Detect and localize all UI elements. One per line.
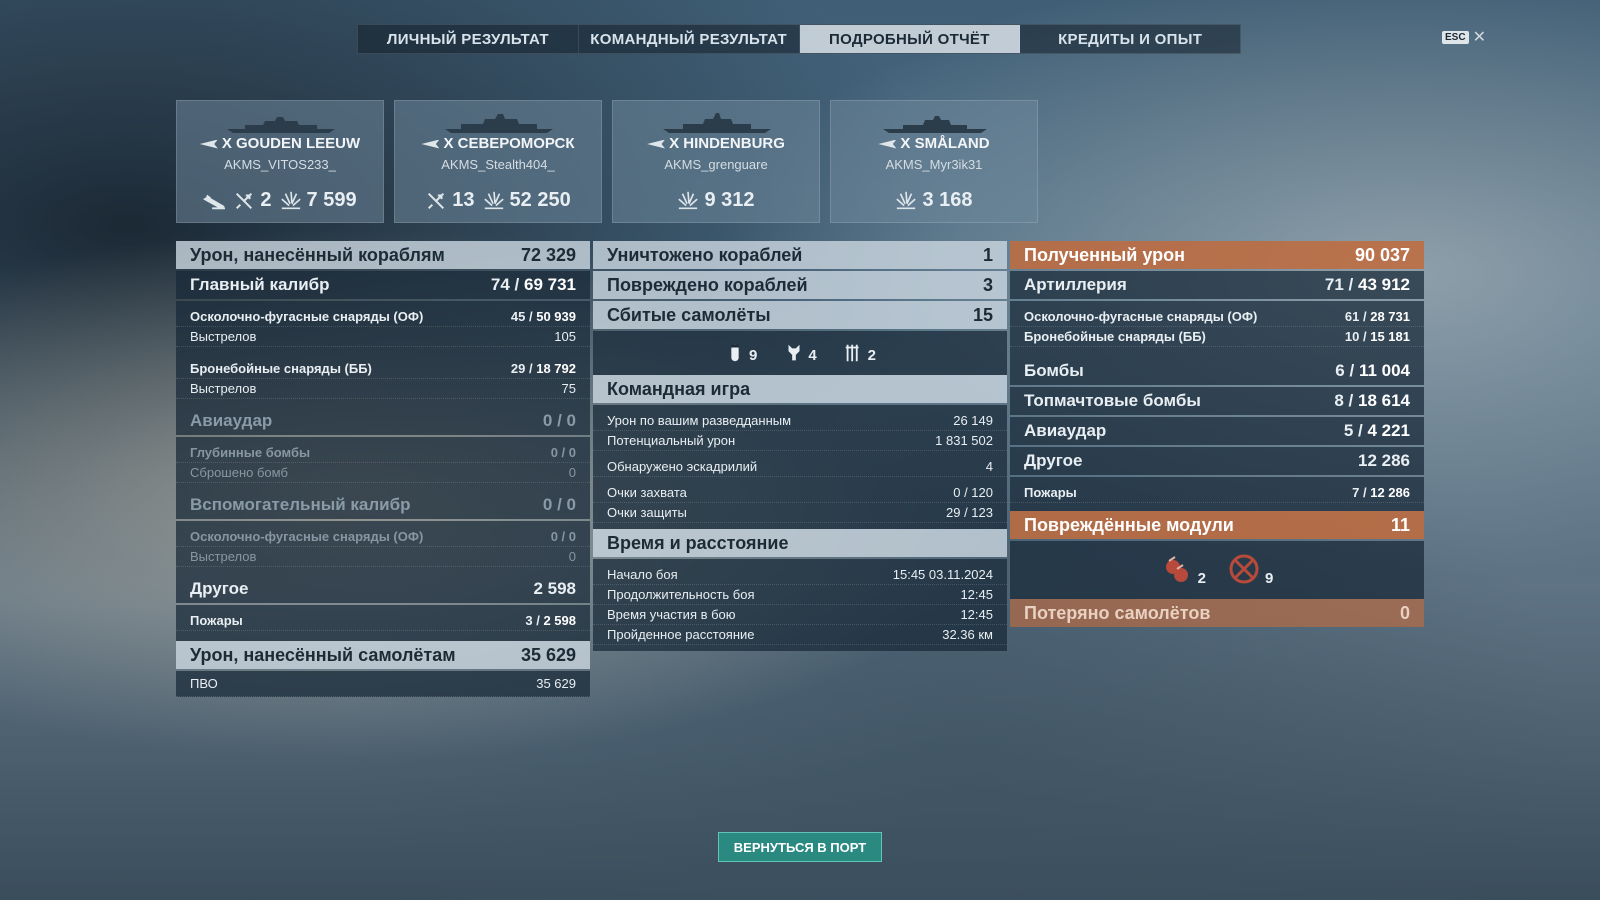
close-button[interactable]: ESC ✕ xyxy=(1442,27,1486,47)
squadrons-spotted-row: Обнаружено эскадрилий 4 xyxy=(593,457,1007,477)
damage-value: 7 599 xyxy=(306,189,357,211)
tab-team[interactable]: Командный результат xyxy=(579,25,800,53)
planes-count: 2 xyxy=(260,189,272,211)
ap-shells-row: Бронебойные снаряды (ББ) 29 / 18 792 xyxy=(176,359,590,379)
plane-shot-icon xyxy=(236,192,253,209)
ship-silhouette-icon xyxy=(883,116,987,133)
planes-count: 13 xyxy=(452,189,475,211)
ship-name: X SMÅLAND xyxy=(831,135,1037,152)
bombs-row: Бомбы 6 / 11 004 xyxy=(1010,357,1424,385)
ship-silhouette-icon xyxy=(663,113,771,133)
damaged-modules-header: Повреждённые модули 11 xyxy=(1010,511,1424,539)
fires-row: Пожары 3 / 2 598 xyxy=(176,611,590,631)
ships-destroyed-row: Уничтожено кораблей 1 xyxy=(593,241,1007,269)
close-icon: ✕ xyxy=(1472,29,1486,46)
return-to-port-button[interactable]: Вернуться в порт xyxy=(718,832,882,862)
depth-charges-row: Глубинные бомбы 0 / 0 xyxy=(176,443,590,463)
ship-stats: 2 7 599 xyxy=(177,189,383,212)
airstrike-row: Авиаудар 0 / 0 xyxy=(176,407,590,435)
fighter-icon xyxy=(788,344,800,361)
bombs-dropped-row: Сброшено бомб 0 xyxy=(176,463,590,483)
planes-shot-row: Сбитые самолёты 15 xyxy=(593,301,1007,329)
secondary-shots-row: Выстрелов 0 xyxy=(176,547,590,567)
ship-stats: 13 52 250 xyxy=(395,189,601,212)
nation-flag-icon xyxy=(421,139,440,149)
tab-personal[interactable]: Личный результат xyxy=(358,25,579,53)
ship-silhouette-icon xyxy=(227,117,335,133)
nation-flag-icon xyxy=(199,139,218,149)
ship-card[interactable]: X SMÅLAND AKMS_Myr3ik31 3 168 xyxy=(830,100,1038,223)
damage-splash-icon xyxy=(678,191,699,209)
spotting-damage-row: Урон по вашим разведданным 26 149 xyxy=(593,411,1007,431)
damage-value: 52 250 xyxy=(509,189,571,211)
main-battery-row: Главный калибр 74 / 69 731 xyxy=(176,271,590,299)
lost-planes-row: Потеряно самолётов 0 xyxy=(1010,599,1424,627)
damage-splash-icon xyxy=(896,191,917,209)
he-shells-row: Осколочно-фугасные снаряды (ОФ) 45 / 50 9… xyxy=(176,307,590,327)
damage-received-panel: Полученный урон 90 037 Артиллерия 71 / 43 … xyxy=(1010,241,1424,629)
received-ap-row: Бронебойные снаряды (ББ) 10 / 15 181 xyxy=(1010,327,1424,347)
battle-duration-row: Продолжительность боя 12:45 xyxy=(593,585,1007,605)
plane-shot-icon xyxy=(428,192,445,209)
battle-stats-panel: Уничтожено кораблей 1 Повреждено кораблей… xyxy=(593,241,1007,651)
ship-name: X HINDENBURG xyxy=(613,135,819,152)
teamplay-header: Командная игра xyxy=(593,375,1007,403)
damage-value: 3 168 xyxy=(922,189,973,211)
damage-dealt-panel: Урон, нанесённый кораблям 72 329 Главный … xyxy=(176,241,590,697)
ship-card[interactable]: X HINDENBURG AKMS_grenguare 9 312 xyxy=(612,100,820,223)
result-tabs: Личный результат Командный результат Под… xyxy=(357,24,1241,54)
distance-row: Пройденное расстояние 32.36 км xyxy=(593,625,1007,645)
nation-flag-icon xyxy=(878,139,897,149)
battle-start-row: Начало боя 15:45 03.11.2024 xyxy=(593,565,1007,585)
bomber-icon xyxy=(731,344,739,362)
damage-splash-icon xyxy=(483,191,504,209)
damage-value: 9 312 xyxy=(704,189,755,211)
ships-damaged-row: Повреждено кораблей 3 xyxy=(593,271,1007,299)
participation-time-row: Время участия в бою 12:45 xyxy=(593,605,1007,625)
player-name: AKMS_grenguare xyxy=(664,157,768,172)
ship-card[interactable]: X GOUDEN LEEUW AKMS_VITOS233_ 2 7 599 xyxy=(176,100,384,223)
plane-damage-header: Урон, нанесённый самолётам 35 629 xyxy=(176,641,590,669)
ship-damage-header: Урон, нанесённый кораблям 72 329 xyxy=(176,241,590,269)
artillery-row: Артиллерия 71 / 43 912 xyxy=(1010,271,1424,299)
modules-by-type: 2 9 xyxy=(1010,541,1424,599)
received-fires-row: Пожары 7 / 12 286 xyxy=(1010,483,1424,503)
time-distance-header: Время и расстояние xyxy=(593,529,1007,557)
damage-splash-icon xyxy=(280,191,301,209)
skip-bombs-row: Топмачтовые бомбы 8 / 18 614 xyxy=(1010,387,1424,415)
he-shots-row: Выстрелов 105 xyxy=(176,327,590,347)
defense-points-row: Очки защиты 29 / 123 xyxy=(593,503,1007,523)
aa-module-icon xyxy=(1229,554,1259,584)
tab-detailed-report[interactable]: Подробный отчёт xyxy=(799,25,1021,53)
received-airstrike-row: Авиаудар 5 / 4 221 xyxy=(1010,417,1424,445)
player-name: AKMS_VITOS233_ xyxy=(224,157,336,172)
ship-card[interactable]: X СЕВЕРОМОРСК AKMS_Stealth404_ 13 52 250 xyxy=(394,100,602,223)
ap-shots-row: Выстрелов 75 xyxy=(176,379,590,399)
nation-flag-icon xyxy=(647,139,666,149)
guns-module-icon xyxy=(1165,556,1188,582)
ship-silhouette-icon xyxy=(445,114,553,133)
aa-row: ПВО 35 629 xyxy=(176,671,590,697)
capture-points-row: Очки захвата 0 / 120 xyxy=(593,483,1007,503)
other-damage-row: Другое 2 598 xyxy=(176,575,590,603)
potential-damage-row: Потенциальный урон 1 831 502 xyxy=(593,431,1007,451)
ship-stats: 9 312 xyxy=(613,189,819,212)
received-other-row: Другое 12 286 xyxy=(1010,447,1424,475)
received-he-row: Осколочно-фугасные снаряды (ОФ) 61 / 28 7… xyxy=(1010,307,1424,327)
torpedo-bomber-icon xyxy=(845,344,859,362)
player-name: AKMS_Stealth404_ xyxy=(441,157,555,172)
ship-stats: 3 168 xyxy=(831,189,1037,212)
planes-by-type: 9 4 2 xyxy=(593,331,1007,375)
ship-name: X СЕВЕРОМОРСК xyxy=(395,135,601,152)
tab-credits-xp[interactable]: Кредиты и опыт xyxy=(1020,25,1240,53)
received-damage-header: Полученный урон 90 037 xyxy=(1010,241,1424,269)
ship-name: X GOUDEN LEEUW xyxy=(177,135,383,152)
player-name: AKMS_Myr3ik31 xyxy=(885,157,983,172)
esc-key-label: ESC xyxy=(1442,30,1469,44)
secondary-he-row: Осколочно-фугасные снаряды (ОФ) 0 / 0 xyxy=(176,527,590,547)
secondary-battery-row: Вспомогательный калибр 0 / 0 xyxy=(176,491,590,519)
sunk-ship-icon xyxy=(203,194,226,209)
